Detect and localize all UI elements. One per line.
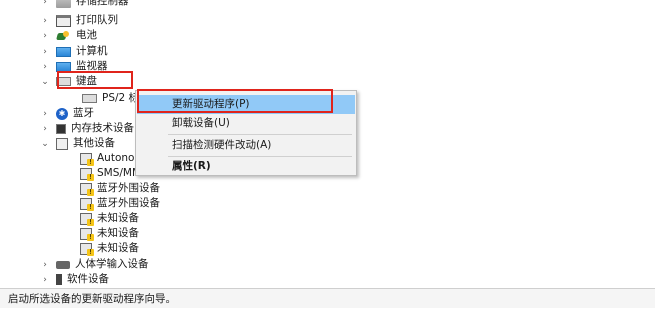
- collapse-chevron-icon[interactable]: ⌄: [40, 77, 50, 87]
- tree-item-other-devices[interactable]: ⌄ 其他设备: [40, 136, 115, 151]
- warning-device-icon: [80, 167, 94, 181]
- computer-icon: [56, 46, 71, 57]
- tree-item-label: 其他设备: [73, 137, 115, 149]
- tree-item-label: 蓝牙: [73, 107, 94, 119]
- tree-item-label: 蓝牙外围设备: [97, 197, 160, 209]
- status-text: 启动所选设备的更新驱动程序向导。: [8, 293, 176, 305]
- expand-chevron-icon[interactable]: ›: [40, 275, 50, 285]
- tree-item-label: 人体学输入设备: [75, 258, 149, 270]
- printer-icon: [56, 14, 71, 27]
- tree-item-hid[interactable]: › 人体学输入设备: [40, 257, 149, 272]
- tree-item-label: 打印队列: [76, 14, 118, 26]
- bluetooth-icon: ✱: [56, 107, 68, 120]
- tree-item-print-queue[interactable]: › 打印队列: [40, 13, 118, 28]
- warning-device-icon: [80, 212, 94, 226]
- tree-item-unknown-device[interactable]: 蓝牙外围设备: [80, 196, 160, 211]
- expand-chevron-icon[interactable]: ›: [40, 0, 50, 7]
- tree-item-label: 键盘: [76, 75, 97, 87]
- tree-item-label: 未知设备: [97, 212, 139, 224]
- menu-item-uninstall-device[interactable]: 卸载设备(U): [137, 114, 355, 133]
- tree-item-keyboard[interactable]: ⌄ 键盘: [40, 74, 97, 89]
- battery-icon: [56, 30, 71, 42]
- tree-item-bluetooth[interactable]: › ✱ 蓝牙: [40, 106, 94, 121]
- tree-item-monitor[interactable]: › 监视器: [40, 59, 108, 74]
- expand-chevron-icon[interactable]: ›: [40, 16, 50, 26]
- menu-item-scan-hardware[interactable]: 扫描检测硬件改动(A): [137, 136, 355, 155]
- tree-item-unknown-device[interactable]: 未知设备: [80, 226, 139, 241]
- tree-item-unknown-device[interactable]: 未知设备: [80, 241, 139, 256]
- expand-chevron-icon[interactable]: ›: [40, 62, 50, 72]
- keyboard-icon: [82, 94, 97, 103]
- warning-device-icon: [80, 197, 94, 211]
- warning-device-icon: [80, 227, 94, 241]
- tree-item-label: 监视器: [76, 60, 108, 72]
- tree-item-unknown-device[interactable]: 未知设备: [80, 211, 139, 226]
- tree-item-memory-tech[interactable]: › 内存技术设备: [40, 121, 134, 136]
- expand-chevron-icon[interactable]: ›: [40, 109, 50, 119]
- keyboard-icon: [56, 77, 71, 86]
- expand-chevron-icon[interactable]: ›: [40, 47, 50, 57]
- storage-icon: [56, 0, 71, 8]
- tree-item-label: 未知设备: [97, 242, 139, 254]
- other-devices-icon: [56, 137, 68, 150]
- software-device-icon: [56, 273, 62, 285]
- monitor-icon: [56, 61, 71, 72]
- expand-chevron-icon[interactable]: ›: [40, 31, 50, 41]
- chip-icon: [56, 123, 66, 134]
- tree-item-label: 计算机: [76, 45, 108, 57]
- expand-chevron-icon[interactable]: ›: [40, 260, 50, 270]
- status-bar: 启动所选设备的更新驱动程序向导。: [0, 288, 655, 308]
- context-menu: 更新驱动程序(P) 卸载设备(U) 扫描检测硬件改动(A) 属性(R): [135, 90, 357, 176]
- warning-device-icon: [80, 242, 94, 256]
- expand-chevron-icon[interactable]: ›: [40, 124, 50, 134]
- tree-item-computer[interactable]: › 计算机: [40, 44, 108, 59]
- menu-item-update-driver[interactable]: 更新驱动程序(P): [137, 95, 355, 114]
- tree-item-label: 电池: [76, 29, 97, 41]
- tree-item-label: 蓝牙外围设备: [97, 182, 160, 194]
- tree-item-battery[interactable]: › 电池: [40, 28, 97, 43]
- tree-item-unknown-device[interactable]: 蓝牙外围设备: [80, 181, 160, 196]
- warning-device-icon: [80, 182, 94, 196]
- warning-device-icon: [80, 152, 94, 166]
- tree-item-label: 未知设备: [97, 227, 139, 239]
- menu-separator: [168, 134, 352, 135]
- tree-item-software-devices[interactable]: › 软件设备: [40, 272, 109, 285]
- hid-icon: [56, 260, 70, 269]
- collapse-chevron-icon[interactable]: ⌄: [40, 139, 50, 149]
- menu-item-properties[interactable]: 属性(R): [137, 157, 355, 176]
- tree-item-label: 内存技术设备: [71, 122, 134, 134]
- tree-item-storage[interactable]: › 存储控制器: [40, 0, 129, 9]
- tree-item-label: 软件设备: [67, 273, 109, 285]
- tree-item-label: 存储控制器: [76, 0, 129, 7]
